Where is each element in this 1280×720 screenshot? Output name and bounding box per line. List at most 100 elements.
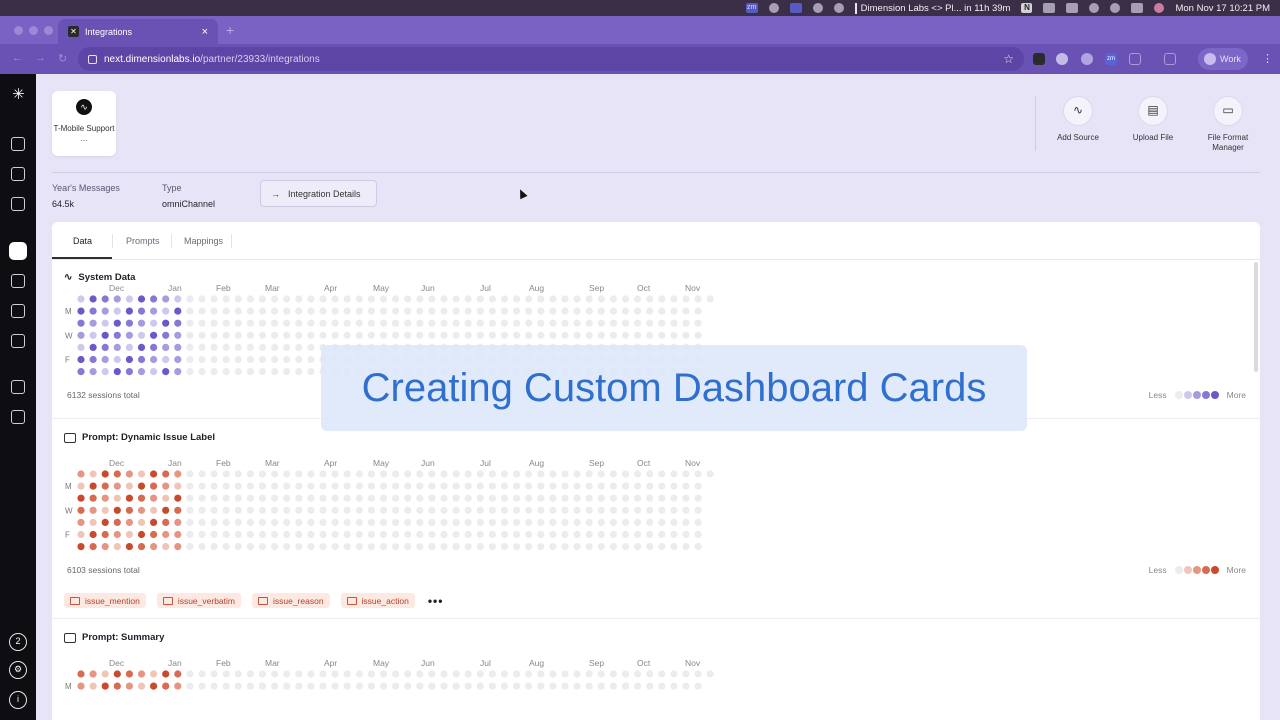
analytics-icon[interactable] (11, 380, 25, 394)
tab-title: Integrations (85, 26, 133, 37)
status-icon[interactable] (768, 3, 779, 13)
notion-icon[interactable]: N (1021, 3, 1033, 13)
extension-2-icon[interactable] (1056, 53, 1068, 65)
wifi-status-icon[interactable] (812, 3, 823, 13)
site-info-icon[interactable] (88, 54, 97, 64)
browser-tab-integrations[interactable]: ✕ Integrations × (58, 19, 218, 44)
panel-scrollbar[interactable] (1254, 262, 1258, 372)
cards-icon[interactable] (11, 167, 25, 181)
heatmap-cell (525, 295, 533, 303)
heatmap-cell (89, 506, 97, 514)
tools-icon[interactable] (1043, 3, 1056, 13)
heatmap-cell (500, 530, 509, 539)
close-window-button[interactable] (14, 26, 23, 35)
menubar-datetime[interactable]: Mon Nov 17 10:21 PM (1175, 3, 1270, 14)
reload-icon[interactable]: ↻ (58, 52, 67, 65)
flow-icon[interactable] (11, 334, 25, 348)
heatmap-cell (379, 482, 388, 490)
edit-icon[interactable] (11, 304, 25, 318)
heatmap-cell (537, 530, 545, 539)
profile-button[interactable]: Work (1198, 48, 1248, 70)
heatmap-cell (452, 295, 460, 303)
screen-record-icon[interactable] (789, 3, 802, 13)
bookmark-star-icon[interactable]: ☆ (1003, 52, 1014, 66)
control-center-icon[interactable] (1131, 3, 1144, 13)
heatmap-cell (113, 295, 121, 303)
heatmap-cell (549, 331, 557, 339)
filters-icon[interactable] (11, 410, 25, 424)
legend-swatch (1201, 566, 1210, 574)
month-label: Jun (421, 658, 435, 668)
heatmap-cell (597, 331, 605, 339)
wifi-icon[interactable] (1089, 3, 1100, 13)
sidebar-toggle-icon[interactable] (1164, 53, 1176, 65)
more-chips-button[interactable]: ••• (428, 594, 444, 608)
heatmap-cell (549, 295, 557, 303)
database-icon[interactable] (11, 274, 25, 288)
heatmap-cell (428, 506, 436, 514)
heatmap-cell (416, 295, 424, 303)
heatmap-cell (561, 506, 569, 514)
integrations-icon[interactable] (9, 242, 27, 260)
settings-status-icon[interactable] (833, 3, 844, 13)
heatmap-cell (222, 494, 230, 502)
heatmap-cell (283, 494, 291, 502)
heatmap-cell (355, 518, 363, 526)
minimize-window-button[interactable] (29, 26, 38, 35)
integration-details-button[interactable]: → Integration Details (260, 180, 377, 207)
keyboard-icon[interactable] (1066, 3, 1079, 13)
heatmap-cell (150, 682, 158, 690)
chip-issue-reason[interactable]: issue_reason (251, 593, 330, 608)
chip-issue-mention[interactable]: issue_mention (64, 593, 146, 608)
caption-title: Creating Custom Dashboard Cards (361, 365, 987, 410)
zoom-menu-icon[interactable]: zm (745, 3, 758, 13)
inbox-icon[interactable] (11, 137, 25, 151)
heatmap-cell (379, 682, 388, 690)
browser-menu-icon[interactable]: ⋮ (1262, 52, 1273, 65)
heatmap-cell (646, 506, 654, 514)
heatmap-cell (513, 670, 521, 678)
source-card[interactable]: ∿ T-Mobile Support ... (52, 91, 116, 156)
heatmap-cell (513, 482, 521, 490)
heatmap-cell (198, 355, 206, 364)
heatmap-cell (379, 494, 388, 502)
calendar-event[interactable]: Dimension Labs <> Pl... in 11h 39m (854, 2, 1010, 14)
heatmap-cell (597, 307, 605, 315)
file-format-manager-button[interactable]: ▭ File Format Manager (1193, 96, 1263, 152)
upload-file-button[interactable]: ▤ Upload File (1118, 96, 1188, 143)
heatmap-cell (404, 295, 412, 303)
heatmap-cell (125, 331, 133, 339)
new-tab-button[interactable]: + (226, 22, 234, 38)
heatmap-cell (101, 494, 109, 502)
settings-gear-icon[interactable]: ⚙ (9, 661, 27, 679)
extension-1-icon[interactable] (1033, 53, 1045, 65)
heatmap-cell (476, 494, 484, 502)
app-logo-icon[interactable]: ✳ (10, 86, 27, 103)
add-source-button[interactable]: ∿ Add Source (1043, 96, 1113, 143)
notes-icon[interactable] (11, 197, 25, 211)
heatmap-cell (440, 470, 448, 478)
tab-close-icon[interactable]: × (202, 26, 208, 38)
address-bar[interactable]: next.dimensionlabs.io/partner/23933/inte… (78, 47, 1024, 71)
heatmap-cell (234, 331, 242, 339)
chip-issue-action[interactable]: issue_action (340, 593, 415, 608)
chip-issue-verbatim[interactable]: issue_verbatim (156, 593, 241, 608)
zoom-window-button[interactable] (44, 26, 53, 35)
back-arrow-icon[interactable]: ← (12, 52, 23, 64)
notification-badge[interactable]: 2 (9, 633, 27, 651)
heatmap-cell (77, 343, 85, 351)
heatmap-cell (343, 295, 351, 303)
zoom-extension-icon[interactable]: zm (1105, 53, 1117, 65)
heatmap-cell (682, 295, 690, 303)
legend-swatch (1174, 391, 1183, 399)
heatmap-cell (488, 331, 496, 339)
heatmap-cell (246, 295, 254, 303)
forward-arrow-icon[interactable]: → (35, 52, 46, 64)
siri-icon[interactable] (1154, 3, 1165, 13)
extension-3-icon[interactable] (1081, 53, 1093, 65)
extension-5-icon[interactable] (1129, 53, 1141, 65)
heatmap-cell (355, 319, 363, 327)
heatmap-cell (210, 494, 218, 502)
search-icon[interactable] (1110, 3, 1121, 13)
info-icon[interactable]: i (9, 691, 27, 709)
